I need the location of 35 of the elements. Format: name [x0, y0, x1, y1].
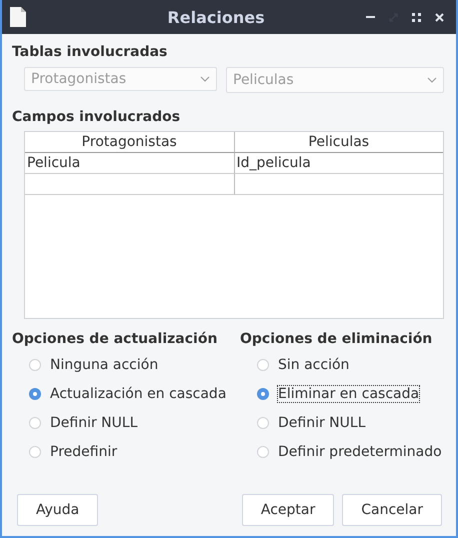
radio-button[interactable] [29, 388, 41, 400]
option-label[interactable]: Eliminar en cascada [277, 384, 420, 402]
chevron-down-icon [200, 76, 210, 82]
radio-button[interactable] [29, 358, 41, 370]
radio-button[interactable] [29, 416, 41, 428]
close-icon[interactable] [435, 12, 444, 22]
section-heading: Tablas involucradas [12, 44, 168, 60]
option-label[interactable]: Ninguna acción [49, 356, 160, 374]
tile-icon[interactable] [412, 12, 421, 22]
table-cell[interactable] [25, 174, 234, 195]
option-label[interactable]: Definir NULL [49, 414, 138, 432]
table-cell[interactable]: Id_pelicula [234, 153, 443, 174]
ok-button[interactable]: Aceptar [242, 494, 334, 526]
radio-button[interactable] [29, 446, 41, 458]
option-label[interactable]: Sin acción [277, 356, 350, 374]
radio-button[interactable] [257, 446, 269, 458]
section-heading: Campos involucrados [12, 109, 182, 125]
radio-button[interactable] [257, 416, 269, 428]
column-header[interactable]: Protagonistas [25, 132, 234, 153]
window-title: Relaciones [166, 8, 266, 26]
minimize-icon[interactable] [366, 16, 375, 18]
group-heading: Opciones de actualización [12, 331, 218, 347]
chevron-down-icon [427, 77, 437, 83]
radio-button[interactable] [257, 388, 269, 400]
option-label[interactable]: Definir predeterminado [277, 442, 443, 460]
cancel-button[interactable]: Cancelar [342, 494, 442, 526]
option-label[interactable]: Predefinir [49, 442, 118, 460]
table-cell[interactable]: Pelicula [25, 153, 234, 174]
option-label[interactable]: Actualización en cascada [49, 384, 228, 402]
radio-button[interactable] [257, 358, 269, 370]
help-button[interactable]: Ayuda [17, 494, 98, 526]
document-icon [10, 7, 26, 27]
group-heading: Opciones de eliminación [240, 331, 434, 347]
option-label[interactable]: Definir NULL [277, 414, 366, 432]
column-header[interactable]: Peliculas [234, 132, 443, 153]
